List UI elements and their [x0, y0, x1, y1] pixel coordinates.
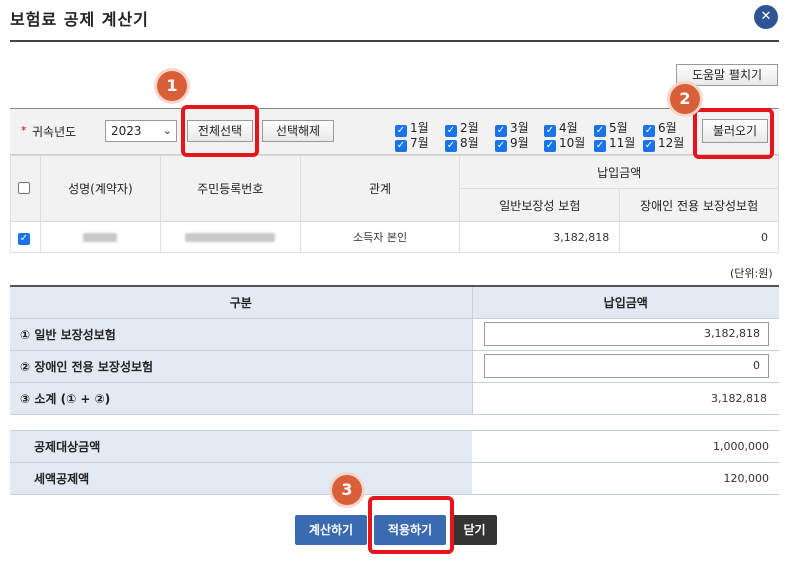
highlight-load: [693, 108, 774, 159]
checkbox-checked-icon: ✓: [495, 140, 507, 152]
checkbox-checked-icon: ✓: [544, 140, 556, 152]
close-icon[interactable]: ✕: [754, 5, 778, 29]
deselect-all-button[interactable]: 선택해제: [262, 120, 334, 142]
insurance-contract-table: 성명(계약자) 주민등록번호 관계 납입금액 일반보장성 보험 장애인 전용 보…: [10, 155, 779, 253]
general-insurance-label: ① 일반 보장성보험: [10, 318, 473, 351]
checkbox-checked-icon: ✓: [445, 140, 457, 152]
month-checkbox-9[interactable]: ✓ 9월: [495, 134, 529, 152]
title-divider: [10, 40, 779, 42]
year-select[interactable]: 2023 ⌄: [105, 120, 177, 142]
unit-label: (단위:원): [730, 267, 773, 280]
header-category: 구분: [10, 286, 473, 319]
name-cell: [39, 221, 161, 253]
tax-credit-label: 세액공제액: [10, 462, 472, 495]
checkbox-checked-icon: ✓: [643, 140, 655, 152]
deductible-amount-label: 공제대상금액: [10, 430, 472, 463]
header-payment: 납입금액: [472, 286, 779, 319]
table-row[interactable]: ✓ 소득자 본인 3,182,818 0: [10, 221, 779, 253]
highlight-select-all: [181, 105, 259, 157]
header-relation: 관계: [299, 155, 461, 222]
required-icon: *: [21, 124, 27, 137]
dialog-title: 보험료 공제 계산기: [10, 10, 149, 29]
tax-credit-value: 120,000: [472, 462, 779, 495]
month-checkbox-8[interactable]: ✓ 8월: [445, 134, 479, 152]
year-label: 귀속년도: [32, 125, 77, 139]
general-insurance-input[interactable]: 3,182,818: [484, 322, 769, 346]
deductible-amount-value: 1,000,000: [472, 430, 779, 463]
help-toggle-button[interactable]: 도움말 펼치기: [676, 64, 778, 86]
general-insurance-input-cell: 3,182,818: [472, 318, 779, 351]
disabled-insurance-input-cell: 0: [472, 350, 779, 383]
year-select-value: 2023: [111, 124, 142, 138]
disabled-insurance-input[interactable]: 0: [484, 354, 769, 378]
chevron-down-icon: ⌄: [162, 124, 172, 137]
checkbox-checked-icon: ✓: [395, 140, 407, 152]
header-disabled-insurance: 장애인 전용 보장성보험: [619, 188, 779, 222]
checkbox-unchecked-icon[interactable]: [17, 181, 30, 194]
month-checkbox-12[interactable]: ✓ 12월: [643, 134, 684, 152]
redacted-rrn: [185, 233, 276, 242]
calculate-button[interactable]: 계산하기: [295, 515, 367, 545]
header-select-all-cell: [10, 155, 41, 222]
subtotal-label: ③ 소계 (① + ②): [10, 382, 473, 415]
disabled-insurance-label: ② 장애인 전용 보장성보험: [10, 350, 473, 383]
relation-cell: 소득자 본인: [299, 221, 461, 253]
redacted-name: [83, 233, 118, 242]
rrn-cell: [159, 221, 301, 253]
filter-bar: * 귀속년도 2023 ⌄ 전체선택 선택해제 ✓ 1월 ✓ 2월 ✓ 3월 ✓ 4월 …: [10, 108, 779, 155]
close-button[interactable]: 닫기: [452, 515, 497, 545]
highlight-apply: [368, 496, 454, 554]
general-amount-cell: 3,182,818: [459, 221, 621, 253]
annotation-badge-3: 3: [332, 475, 362, 505]
month-checkbox-10[interactable]: ✓ 10월: [544, 134, 585, 152]
deduction-result-table: 공제대상금액 1,000,000 세액공제액 120,000: [10, 430, 779, 495]
annotation-badge-2: 2: [670, 84, 700, 114]
header-rrn: 주민등록번호: [159, 155, 301, 222]
checkbox-checked-icon[interactable]: ✓: [17, 232, 30, 245]
disabled-amount-cell: 0: [619, 221, 779, 253]
header-general-insurance: 일반보장성 보험: [459, 188, 621, 222]
header-paid-amount: 납입금액: [459, 155, 779, 189]
month-checkbox-7[interactable]: ✓ 7월: [395, 134, 429, 152]
subtotal-value: 3,182,818: [472, 382, 779, 415]
annotation-badge-1: 1: [157, 71, 187, 101]
checkbox-checked-icon: ✓: [594, 140, 606, 152]
row-checkbox-cell[interactable]: ✓: [10, 221, 41, 253]
header-name: 성명(계약자): [39, 155, 161, 222]
month-checkbox-11[interactable]: ✓ 11월: [594, 134, 635, 152]
payment-summary-table: 구분 납입금액 ① 일반 보장성보험 3,182,818 ② 장애인 전용 보장…: [10, 285, 779, 415]
